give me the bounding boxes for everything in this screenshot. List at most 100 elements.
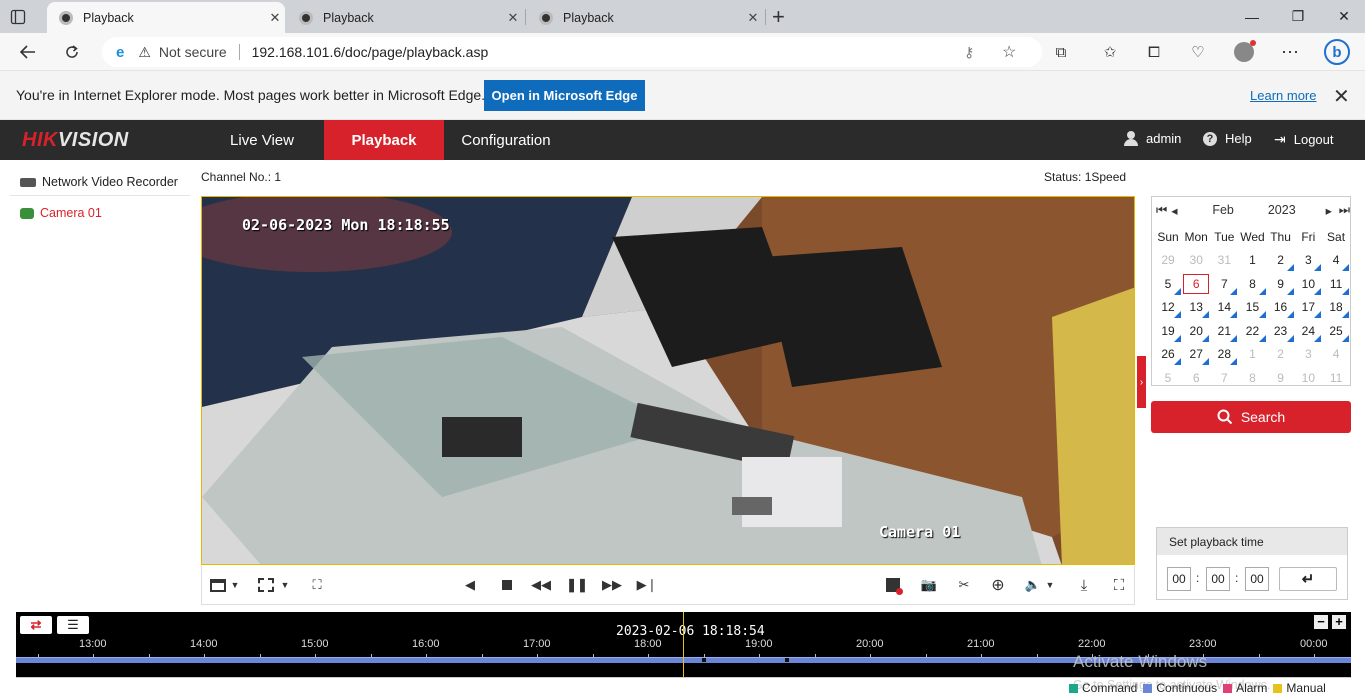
user-menu[interactable]: admin <box>1124 131 1181 146</box>
window-layout-button[interactable] <box>208 575 228 595</box>
tab-playback-2[interactable]: Playback ✕ <box>287 2 523 33</box>
digital-zoom-button[interactable]: ⛶ <box>307 575 327 595</box>
bing-copilot-button[interactable]: b <box>1321 36 1353 68</box>
calendar-day[interactable]: 13 <box>1182 296 1210 320</box>
tab-playback-1[interactable]: Playback ✕ <box>47 2 285 33</box>
calendar-day[interactable]: 3 <box>1295 343 1323 367</box>
calendar-day[interactable]: 24 <box>1295 319 1323 343</box>
minimize-button[interactable]: — <box>1229 0 1275 33</box>
learn-more-link[interactable]: Learn more <box>1250 88 1316 103</box>
calendar-day[interactable]: 10 <box>1295 366 1323 390</box>
video-player[interactable]: 02-06-2023 Mon 18:18:55 Camera 01 <box>201 196 1135 565</box>
stop-button[interactable] <box>497 575 517 595</box>
calendar-day[interactable]: 9 <box>1267 272 1295 296</box>
calendar-day[interactable]: 8 <box>1238 366 1266 390</box>
next-year-icon[interactable]: ⏭ <box>1339 203 1350 218</box>
calendar-day[interactable]: 21 <box>1210 319 1238 343</box>
stream-select-button[interactable] <box>256 575 276 595</box>
calendar-day[interactable]: 17 <box>1295 296 1323 320</box>
audio-dropdown[interactable]: ▼ <box>1044 575 1056 595</box>
logout-link[interactable]: ⇥ Logout <box>1274 131 1334 148</box>
stop-all-button[interactable] <box>883 575 903 595</box>
download-button[interactable]: ⤓ <box>1074 575 1094 595</box>
calendar-day[interactable]: 20 <box>1182 319 1210 343</box>
calendar-day[interactable]: 1 <box>1238 249 1266 273</box>
tab-playback-3[interactable]: Playback ✕ <box>527 2 763 33</box>
fullscreen-button[interactable]: ⛶ <box>1109 575 1129 595</box>
capture-button[interactable]: 📷 <box>919 575 939 595</box>
collections-button[interactable]: ⧠ <box>1138 36 1170 68</box>
url-text[interactable]: 192.168.101.6/doc/page/playback.asp <box>252 44 489 60</box>
key-icon[interactable]: ⚷ <box>964 44 974 61</box>
collapse-side-panel-handle[interactable]: › <box>1137 356 1146 408</box>
favorite-add-icon[interactable]: ☆ <box>1002 42 1016 62</box>
calendar-day[interactable]: 3 <box>1295 249 1323 273</box>
calendar-day[interactable]: 15 <box>1238 296 1266 320</box>
restore-button[interactable]: ❐ <box>1275 0 1321 33</box>
calendar-day[interactable]: 11 <box>1322 366 1350 390</box>
calendar-day[interactable]: 7 <box>1210 366 1238 390</box>
calendar-day[interactable]: 8 <box>1238 272 1266 296</box>
next-month-icon[interactable]: ▸ <box>1326 203 1337 218</box>
speed-up-button[interactable]: ▶▶ <box>602 575 622 595</box>
security-label[interactable]: Not secure <box>159 44 227 60</box>
calendar-day[interactable]: 16 <box>1267 296 1295 320</box>
help-link[interactable]: ? Help <box>1203 131 1252 146</box>
nav-live-view[interactable]: Live View <box>200 120 324 160</box>
calendar-day[interactable]: 26 <box>1154 343 1182 367</box>
new-tab-button[interactable]: + <box>772 0 794 33</box>
second-field[interactable]: 00 <box>1245 567 1269 591</box>
zoom-button[interactable]: ⊕ <box>988 575 1008 595</box>
calendar-day[interactable]: 2 <box>1267 343 1295 367</box>
slow-down-button[interactable]: ◀◀ <box>531 575 551 595</box>
prev-year-icon[interactable]: ⏮ <box>1156 203 1167 218</box>
tree-item-camera-01[interactable]: Camera 01 <box>20 206 102 220</box>
timeline-zoom-in-button[interactable]: + <box>1332 615 1346 629</box>
calendar-day[interactable]: 31 <box>1210 249 1238 273</box>
calendar-day[interactable]: 30 <box>1182 249 1210 273</box>
reverse-play-button[interactable]: ◀ <box>460 575 480 595</box>
close-tab-icon[interactable]: ✕ <box>265 10 285 26</box>
timeline-zoom-out-button[interactable]: − <box>1314 615 1328 629</box>
calendar-month[interactable]: Feb <box>1212 203 1234 217</box>
calendar-day[interactable]: 23 <box>1267 319 1295 343</box>
audio-button[interactable]: 🔈 <box>1023 575 1043 595</box>
url-bar[interactable]: e ⚠ Not secure 192.168.101.6/doc/page/pl… <box>102 37 1042 67</box>
timeline-settings-button[interactable]: ☰ <box>57 616 89 634</box>
pause-button[interactable]: ❚❚ <box>566 575 588 595</box>
calendar-day[interactable]: 2 <box>1267 249 1295 273</box>
clip-button[interactable]: ✂ <box>954 575 974 595</box>
calendar-day[interactable]: 7 <box>1210 272 1238 296</box>
warning-icon[interactable]: ⚠ <box>138 44 151 61</box>
tab-actions-button[interactable] <box>10 0 40 33</box>
calendar-year[interactable]: 2023 <box>1268 203 1296 217</box>
calendar-day[interactable]: 18 <box>1322 296 1350 320</box>
window-layout-dropdown[interactable]: ▼ <box>229 575 241 595</box>
sync-playback-button[interactable]: ⇄ <box>20 616 52 634</box>
calendar-day[interactable]: 5 <box>1154 366 1182 390</box>
favorites-button[interactable]: ✩ <box>1094 36 1126 68</box>
calendar-day[interactable]: 29 <box>1154 249 1182 273</box>
calendar-day[interactable]: 28 <box>1210 343 1238 367</box>
refresh-button[interactable] <box>56 36 88 68</box>
go-to-time-button[interactable]: ↵ <box>1279 567 1337 591</box>
calendar-day[interactable]: 1 <box>1238 343 1266 367</box>
ie-mode-icon[interactable]: e <box>116 44 124 61</box>
calendar-day[interactable]: 14 <box>1210 296 1238 320</box>
close-banner-icon[interactable]: ✕ <box>1333 84 1350 109</box>
close-tab-icon[interactable]: ✕ <box>503 10 523 26</box>
profile-button[interactable] <box>1228 36 1260 68</box>
timeline-cursor[interactable] <box>683 612 684 677</box>
extensions-button[interactable]: ⧉ <box>1045 36 1077 68</box>
back-button[interactable] <box>12 36 44 68</box>
tree-root-nvr[interactable]: Network Video Recorder <box>20 175 178 189</box>
browser-essentials-button[interactable]: ♡ <box>1182 36 1214 68</box>
calendar-day[interactable]: 6 <box>1182 366 1210 390</box>
prev-month-icon[interactable]: ◂ <box>1171 203 1182 218</box>
search-button[interactable]: Search <box>1151 401 1351 433</box>
nav-playback[interactable]: Playback <box>324 120 444 160</box>
open-in-edge-button[interactable]: Open in Microsoft Edge <box>484 80 645 111</box>
calendar-day-selected[interactable]: 6 <box>1182 272 1210 296</box>
calendar-day[interactable]: 10 <box>1295 272 1323 296</box>
settings-more-button[interactable]: ⋯ <box>1274 36 1306 68</box>
